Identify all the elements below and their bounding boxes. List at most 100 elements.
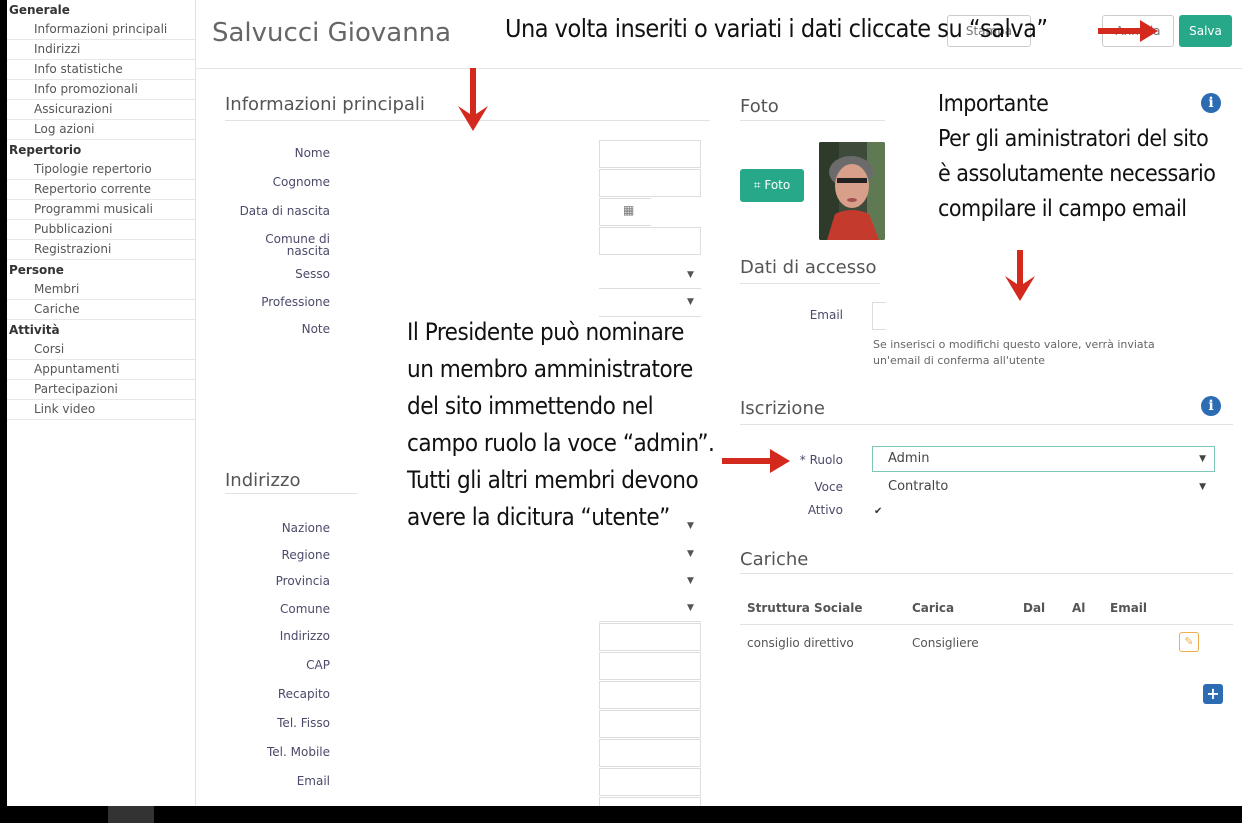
profile-photo-image xyxy=(819,142,885,240)
section-title-indirizzo: Indirizzo xyxy=(225,470,301,491)
table-header-struttura: Struttura Sociale xyxy=(747,601,863,615)
info-icon[interactable]: i xyxy=(1201,396,1221,416)
input-tel-fisso[interactable] xyxy=(599,710,701,738)
chevron-down-icon: ▼ xyxy=(1199,454,1206,464)
arrow-down-icon xyxy=(1005,250,1035,301)
sidebar-item-informazioni-principali[interactable]: Informazioni principali xyxy=(7,20,195,40)
sidebar-item-corsi[interactable]: Corsi xyxy=(7,340,195,360)
section-divider xyxy=(740,424,1233,425)
select-voce[interactable]: Contralto ▼ xyxy=(872,474,1215,500)
upload-photo-button[interactable]: ⌗ Foto xyxy=(740,169,804,202)
chevron-down-icon: ▼ xyxy=(687,603,694,613)
annotation-line: Per gli aministratori del sito xyxy=(938,126,1209,152)
select-ruolo[interactable]: Admin ▼ xyxy=(872,446,1215,472)
window-frame-bottom xyxy=(0,806,1242,823)
input-cap[interactable] xyxy=(599,652,701,680)
sidebar-group-attivita: Attività xyxy=(9,323,60,337)
section-title-info-principali: Informazioni principali xyxy=(225,94,425,115)
add-carica-button[interactable]: + xyxy=(1203,684,1223,704)
select-regione[interactable] xyxy=(599,568,701,596)
input-indirizzo[interactable] xyxy=(599,623,701,651)
annotation-line: Il Presidente può nominare xyxy=(407,318,684,346)
sidebar-item-tipologie-repertorio[interactable]: Tipologie repertorio xyxy=(7,160,195,180)
sidebar-item-cariche[interactable]: Cariche xyxy=(7,300,195,320)
checkbox-attivo[interactable]: ✔ xyxy=(874,506,885,517)
select-sesso[interactable] xyxy=(599,261,701,289)
label-cap: CAP xyxy=(306,658,330,672)
chevron-down-icon: ▼ xyxy=(687,576,694,586)
sidebar-item-assicurazioni[interactable]: Assicurazioni xyxy=(7,100,195,120)
table-header-carica: Carica xyxy=(912,601,955,615)
select-provincia[interactable] xyxy=(599,594,701,622)
sidebar-item-pubblicazioni[interactable]: Pubblicazioni xyxy=(7,220,195,240)
annotation-line: campo ruolo la voce “admin”. xyxy=(407,429,715,457)
label-professione: Professione xyxy=(261,295,330,309)
input-email[interactable] xyxy=(599,768,701,796)
annotation-admin-hint: Il Presidente può nominare un membro amm… xyxy=(407,314,715,536)
arrow-right-icon xyxy=(1098,20,1158,42)
chevron-down-icon: ▼ xyxy=(687,549,694,559)
annotation-line: Tutti gli altri membri devono xyxy=(407,466,699,494)
crop-icon: ⌗ xyxy=(753,178,765,192)
calendar-icon[interactable]: ▦ xyxy=(623,203,634,217)
label-indirizzo: Indirizzo xyxy=(279,629,330,643)
table-divider xyxy=(740,624,1233,625)
annotation-line: del sito immettendo nel xyxy=(407,392,654,420)
sidebar-item-registrazioni[interactable]: Registrazioni xyxy=(7,240,195,260)
table-header-al: Al xyxy=(1072,601,1086,615)
input-nome[interactable] xyxy=(599,140,701,168)
label-attivo: Attivo xyxy=(807,503,843,517)
section-divider xyxy=(740,120,885,121)
save-button[interactable]: Salva xyxy=(1179,15,1232,47)
sidebar-item-info-promozionali[interactable]: Info promozionali xyxy=(7,80,195,100)
label-recapito: Recapito xyxy=(277,687,330,701)
annotation-line: è assolutamente necessario xyxy=(938,161,1216,187)
input-accesso-email[interactable] xyxy=(872,302,886,330)
sidebar-item-info-statistiche[interactable]: Info statistiche xyxy=(7,60,195,80)
sidebar-item-partecipazioni[interactable]: Partecipazioni xyxy=(7,380,195,400)
label-cognome: Cognome xyxy=(272,175,330,189)
sidebar-item-log-azioni[interactable]: Log azioni xyxy=(7,120,195,140)
email-help-text: Se inserisci o modifichi questo valore, … xyxy=(873,337,1155,369)
chevron-down-icon: ▼ xyxy=(687,297,694,307)
section-title-dati-accesso: Dati di accesso xyxy=(740,257,877,278)
sidebar-item-link-video[interactable]: Link video xyxy=(7,400,195,420)
select-professione[interactable] xyxy=(599,289,701,317)
section-divider xyxy=(740,283,880,284)
email-help-line: un'email di conferma all'utente xyxy=(873,354,1045,367)
annotation-line: Importante xyxy=(938,91,1049,117)
annotation-line: un membro amministratore xyxy=(407,355,693,383)
input-tel-mobile[interactable] xyxy=(599,739,701,767)
email-help-line: Se inserisci o modifichi questo valore, … xyxy=(873,338,1155,351)
input-recapito[interactable] xyxy=(599,681,701,709)
sidebar-item-programmi-musicali[interactable]: Programmi musicali xyxy=(7,200,195,220)
edit-icon[interactable]: ✎ xyxy=(1179,632,1199,652)
label-nome: Nome xyxy=(294,146,330,160)
section-divider xyxy=(225,493,357,494)
window-frame-left xyxy=(0,0,7,823)
input-comune-nascita[interactable] xyxy=(599,227,701,255)
sidebar-item-membri[interactable]: Membri xyxy=(7,280,195,300)
select-nazione[interactable] xyxy=(599,541,701,569)
label-sesso: Sesso xyxy=(295,267,330,281)
input-extra[interactable] xyxy=(599,797,701,806)
sidebar-group-persone: Persone xyxy=(9,263,64,277)
select-voce-value: Contralto xyxy=(888,479,949,494)
sidebar-item-repertorio-corrente[interactable]: Repertorio corrente xyxy=(7,180,195,200)
label-voce: Voce xyxy=(814,480,843,494)
annotation-email-hint: Importante Per gli aministratori del sit… xyxy=(938,87,1216,227)
chevron-down-icon: ▼ xyxy=(687,270,694,280)
label-data-nascita: Data di nascita xyxy=(239,204,330,218)
section-title-foto: Foto xyxy=(740,96,779,117)
annotation-line: avere la dicitura “utente” xyxy=(407,503,670,531)
sidebar-item-indirizzi[interactable]: Indirizzi xyxy=(7,40,195,60)
table-header-dal: Dal xyxy=(1023,601,1046,615)
sidebar-item-appuntamenti[interactable]: Appuntamenti xyxy=(7,360,195,380)
label-comune: Comune xyxy=(279,602,330,616)
input-cognome[interactable] xyxy=(599,169,701,197)
taskbar-tab xyxy=(108,806,154,823)
page-title: Salvucci Giovanna xyxy=(212,18,452,48)
header-divider xyxy=(195,68,1242,69)
annotation-save-hint: Una volta inseriti o variati i dati clic… xyxy=(505,14,1048,43)
table-cell-struttura: consiglio direttivo xyxy=(747,636,854,650)
